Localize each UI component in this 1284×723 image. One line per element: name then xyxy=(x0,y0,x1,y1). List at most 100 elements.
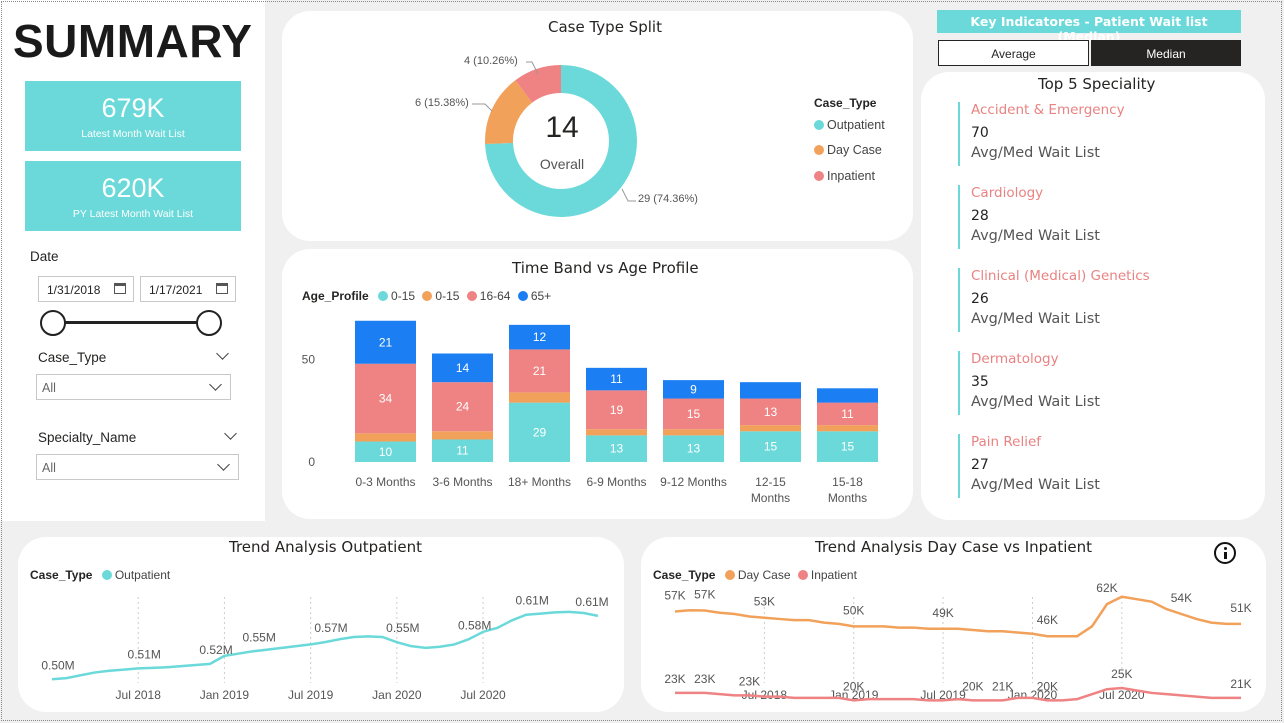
x-tick-label: Months xyxy=(828,491,867,505)
legend-label: Outpatient xyxy=(827,118,885,132)
outpatient-line-chart: Jul 2018 Jan 2019 Jul 2019 Jan 2020 Jul 2020… xyxy=(41,594,608,702)
case-type-slicer-label: Case_Type xyxy=(38,350,107,365)
data-label: 0.58M xyxy=(458,618,491,632)
bar-data-label: 29 xyxy=(533,425,547,439)
slice-label-inpatient: 4 (10.26%) xyxy=(464,55,518,67)
data-label: 20K xyxy=(962,679,983,693)
bar-data-label: 21 xyxy=(379,335,393,349)
chevron-down-icon[interactable] xyxy=(217,458,230,471)
top-specialty-title: Top 5 Speciality xyxy=(1038,75,1156,93)
data-label: 0.52M xyxy=(199,643,232,657)
time-band-age-card: Time Band vs Age Profile Age_Profile 0-1… xyxy=(282,249,913,519)
data-label: 20K xyxy=(1037,679,1058,693)
data-label: 0.50M xyxy=(41,658,74,672)
slider-start-handle[interactable] xyxy=(40,310,66,336)
x-tick-label: Jan 2019 xyxy=(200,688,250,702)
date-end-input[interactable]: 1/17/2021 xyxy=(140,276,236,302)
specialty-value: 26 xyxy=(971,291,989,307)
data-label: 0.51M xyxy=(128,647,161,661)
bar-segment xyxy=(740,382,801,399)
data-label: 57K xyxy=(664,589,685,603)
specialty-name: Dermatology xyxy=(971,351,1059,367)
bar-data-label: 21 xyxy=(533,364,547,378)
date-end-value: 1/17/2021 xyxy=(149,283,203,297)
date-start-value: 1/31/2018 xyxy=(47,283,101,297)
specialty-subtitle: Avg/Med Wait List xyxy=(971,145,1100,161)
bar-data-label: 15 xyxy=(764,440,778,454)
bar-data-label: 14 xyxy=(456,361,470,375)
bar-data-label: 15 xyxy=(687,407,701,421)
kpi-py-latest-month: 620K PY Latest Month Wait List xyxy=(25,161,241,231)
legend-dot xyxy=(814,120,824,130)
case-type-value: All xyxy=(42,381,56,395)
bar-data-label: 13 xyxy=(610,442,624,456)
bar-segment xyxy=(740,425,801,432)
data-label: 62K xyxy=(1096,581,1117,595)
legend-item-inpatient[interactable]: Inpatient xyxy=(814,169,875,183)
data-label: 51K xyxy=(1230,601,1251,615)
bar-data-label: 34 xyxy=(379,392,393,406)
legend-item-day-case[interactable]: Day Case xyxy=(814,143,882,157)
legend-label: Day Case xyxy=(827,143,882,157)
specialty-name: Clinical (Medical) Genetics xyxy=(971,268,1150,284)
specialty-card-item: Cardiology 28 Avg/Med Wait List xyxy=(958,185,1218,249)
data-label: 21K xyxy=(1230,677,1251,691)
bar-data-label: 11 xyxy=(610,372,623,386)
data-label: 50K xyxy=(843,603,864,617)
specialty-name: Pain Relief xyxy=(971,434,1042,450)
legend-dot xyxy=(814,171,824,181)
bar-data-label: 11 xyxy=(456,444,469,458)
data-label: 25K xyxy=(1111,667,1132,681)
x-tick-label: 0-3 Months xyxy=(355,475,415,489)
legend-item-outpatient[interactable]: Outpatient xyxy=(814,118,885,132)
date-range-slider[interactable] xyxy=(52,321,210,324)
y-tick-label: 50 xyxy=(302,353,316,367)
bar-segment xyxy=(509,392,570,403)
trend-daycase-inpatient-card: Trend Analysis Day Case vs Inpatient Cas… xyxy=(641,537,1266,712)
legend-title: Case_Type xyxy=(814,96,877,110)
toggle-median-button[interactable]: Median xyxy=(1091,40,1241,66)
leader-line-outpatient xyxy=(621,188,636,202)
calendar-icon[interactable] xyxy=(216,283,228,294)
slider-end-handle[interactable] xyxy=(196,310,222,336)
chevron-down-icon[interactable] xyxy=(209,378,222,391)
kpi-value: 679K xyxy=(101,93,165,123)
x-tick-label: 15-18 xyxy=(832,475,863,489)
bar-data-label: 15 xyxy=(841,440,855,454)
chevron-down-icon[interactable] xyxy=(224,427,237,440)
specialty-value: 27 xyxy=(971,457,989,473)
data-label: 23K xyxy=(694,672,715,686)
x-tick-label: Jan 2020 xyxy=(372,688,422,702)
bar-data-label: 12 xyxy=(533,330,547,344)
calendar-icon[interactable] xyxy=(114,283,126,294)
specialty-card-item: Accident & Emergency 70 Avg/Med Wait Lis… xyxy=(958,102,1218,166)
data-label: 20K xyxy=(843,679,864,693)
bar-segment xyxy=(817,425,878,432)
toggle-average-button[interactable]: Average xyxy=(938,40,1089,66)
daycase-inpatient-line-chart: Jul 2018 Jan 2019 Jul 2019 Jan 2020 Jul 2020… xyxy=(664,581,1251,702)
x-tick-label: 3-6 Months xyxy=(432,475,492,489)
slice-label-outpatient: 29 (74.36%) xyxy=(638,193,698,205)
case-type-split-card: Case Type Split 4 (10.26%) 6 (15.38%) 29… xyxy=(282,11,913,241)
specialty-card-item: Dermatology 35 Avg/Med Wait List xyxy=(958,351,1218,415)
kpi-latest-month: 679K Latest Month Wait List xyxy=(25,81,241,151)
bar-data-label: 11 xyxy=(841,407,854,421)
specialty-value: 70 xyxy=(971,125,989,141)
specialty-subtitle: Avg/Med Wait List xyxy=(971,477,1100,493)
y-tick-label: 0 xyxy=(308,455,315,469)
bar-segment xyxy=(586,429,647,436)
data-label: 49K xyxy=(932,606,953,620)
date-start-input[interactable]: 1/31/2018 xyxy=(38,276,134,302)
data-label: 46K xyxy=(1037,613,1058,627)
chevron-down-icon[interactable] xyxy=(216,347,229,360)
specialty-card-item: Pain Relief 27 Avg/Med Wait List xyxy=(958,434,1218,498)
specialty-value: 28 xyxy=(971,208,989,224)
case-type-dropdown[interactable]: All xyxy=(36,374,231,400)
kpi-value: 620K xyxy=(101,173,165,203)
x-tick-label: Jul 2019 xyxy=(288,688,334,702)
slice-label-day-case: 6 (15.38%) xyxy=(415,97,469,109)
data-label: 23K xyxy=(664,672,685,686)
leader-line-day-case xyxy=(472,103,493,112)
data-label: 54K xyxy=(1171,591,1192,605)
specialty-dropdown[interactable]: All xyxy=(36,454,239,480)
